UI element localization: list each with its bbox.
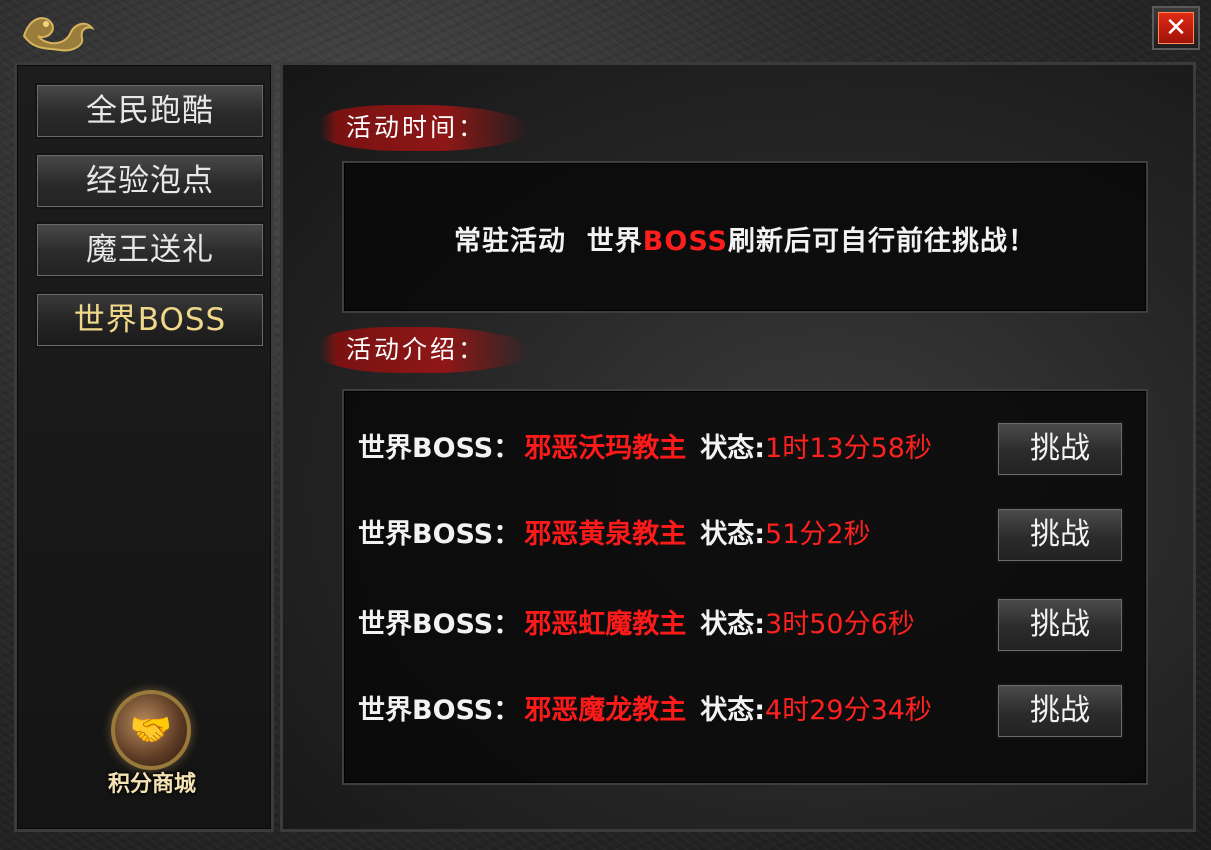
state-label: 状态:	[700, 609, 766, 640]
activity-window: ✕ F9 D 全民跑酷 经验泡点 魔王送礼 世界BOSS 🤝 积分商城 活动时间…	[0, 0, 1211, 850]
intro-panel: 世界BOSS： 邪恶沃玛教主 状态:1时13分58秒 挑战 世界BOSS： 邪恶黄泉教…	[342, 389, 1148, 785]
sidebar-item-exp-afk[interactable]: 经验泡点	[35, 153, 265, 209]
handshake-icon: 🤝	[111, 690, 191, 770]
sidebar-item-demon-gift[interactable]: 魔王送礼	[35, 222, 265, 278]
time-panel: 常驻活动 世界BOSS刷新后可自行前往挑战！	[342, 161, 1148, 313]
challenge-button[interactable]: 挑战	[996, 507, 1124, 563]
notice-part1: 常驻活动 世界	[453, 226, 643, 257]
boss-name: 邪恶沃玛教主	[524, 433, 687, 464]
close-button[interactable]: ✕	[1152, 6, 1200, 50]
boss-timer: 3时50分6秒	[765, 609, 915, 640]
notice-highlight: BOSS	[642, 226, 729, 257]
challenge-button[interactable]: 挑战	[996, 597, 1124, 653]
boss-name: 邪恶虹魔教主	[524, 609, 687, 640]
boss-prefix: 世界BOSS：	[358, 695, 521, 726]
sidebar: 全民跑酷 经验泡点 魔王送礼 世界BOSS 🤝 积分商城	[14, 62, 274, 832]
boss-row: 世界BOSS： 邪恶沃玛教主 状态:1时13分58秒	[358, 421, 932, 477]
boss-prefix: 世界BOSS：	[358, 609, 521, 640]
sidebar-item-world-boss[interactable]: 世界BOSS	[35, 292, 265, 348]
content-area: 活动时间： 常驻活动 世界BOSS刷新后可自行前往挑战！ 活动介绍： 世界BOS…	[280, 62, 1196, 832]
time-section-label: 活动时间：	[320, 105, 530, 151]
state-label: 状态:	[700, 433, 766, 464]
challenge-button[interactable]: 挑战	[996, 421, 1124, 477]
boss-prefix: 世界BOSS：	[358, 519, 521, 550]
notice-part2: 刷新后可自行前往挑战！	[728, 226, 1037, 257]
boss-name: 邪恶魔龙教主	[524, 695, 687, 726]
intro-section-label: 活动介绍：	[320, 327, 530, 373]
dragon-logo-icon	[22, 17, 95, 52]
boss-prefix: 世界BOSS：	[358, 433, 521, 464]
boss-timer: 1时13分58秒	[765, 433, 932, 464]
points-shop-button[interactable]: 🤝 积分商城	[97, 690, 217, 800]
state-label: 状态:	[700, 519, 766, 550]
state-label: 状态:	[700, 695, 766, 726]
points-shop-label: 积分商城	[107, 772, 196, 797]
boss-timer: 51分2秒	[765, 519, 871, 550]
close-icon: ✕	[1158, 12, 1194, 44]
time-notice: 常驻活动 世界BOSS刷新后可自行前往挑战！	[344, 219, 1146, 258]
boss-timer: 4时29分34秒	[765, 695, 932, 726]
boss-row: 世界BOSS： 邪恶黄泉教主 状态:51分2秒	[358, 507, 871, 563]
boss-row: 世界BOSS： 邪恶魔龙教主 状态:4时29分34秒	[358, 683, 932, 739]
boss-row: 世界BOSS： 邪恶虹魔教主 状态:3时50分6秒	[358, 597, 915, 653]
sidebar-item-parkour[interactable]: 全民跑酷	[35, 83, 265, 139]
challenge-button[interactable]: 挑战	[996, 683, 1124, 739]
boss-name: 邪恶黄泉教主	[524, 519, 687, 550]
